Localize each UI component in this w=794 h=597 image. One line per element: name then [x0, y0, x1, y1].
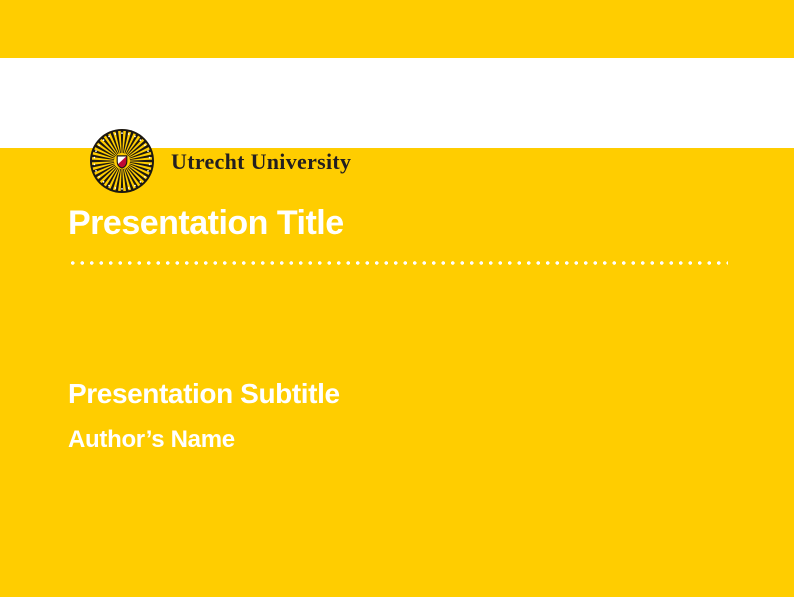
utrecht-sun-seal-icon — [90, 129, 154, 193]
presentation-subtitle: Presentation Subtitle — [68, 376, 340, 411]
dotted-divider-line — [68, 260, 728, 266]
utrecht-shield-icon — [117, 156, 127, 168]
presentation-title: Presentation Title — [68, 203, 344, 244]
title-slide: Utrecht University Presentation Title Pr… — [0, 0, 794, 597]
university-logo: Utrecht University — [90, 129, 351, 193]
header-band: Utrecht University — [0, 58, 794, 148]
author-name: Author’s Name — [68, 425, 235, 455]
university-wordmark: Utrecht University — [171, 147, 351, 175]
